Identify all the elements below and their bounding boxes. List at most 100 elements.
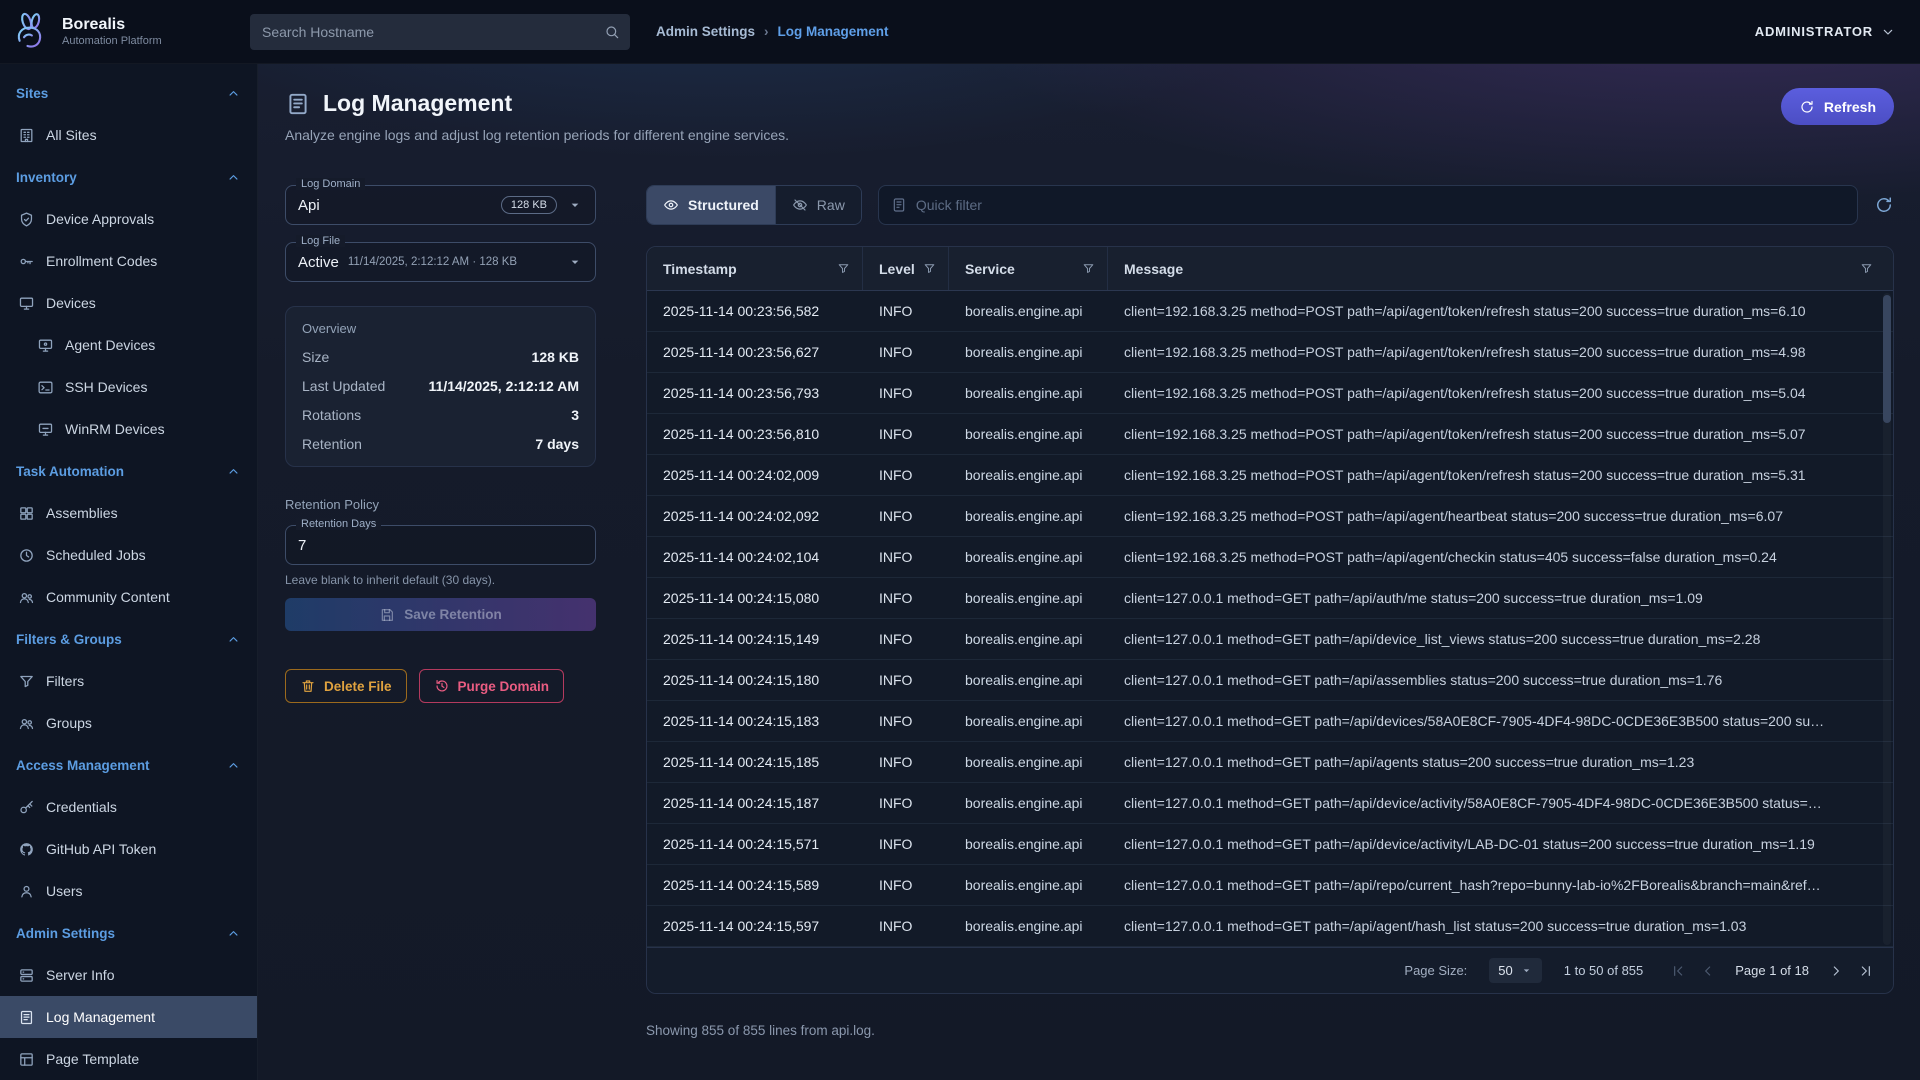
cell-timestamp: 2025-11-14 00:24:15,187	[647, 795, 863, 811]
chevron-up-icon	[226, 758, 241, 773]
table-row[interactable]: 2025-11-14 00:23:56,793INFOborealis.engi…	[647, 373, 1893, 414]
table-row[interactable]: 2025-11-14 00:24:15,183INFOborealis.engi…	[647, 701, 1893, 742]
refresh-button[interactable]: Refresh	[1781, 88, 1894, 125]
sidebar-item-devices[interactable]: Devices	[0, 282, 257, 324]
column-header-service[interactable]: Service	[949, 247, 1108, 290]
breadcrumb-parent[interactable]: Admin Settings	[656, 24, 755, 39]
column-header-message[interactable]: Message	[1108, 247, 1893, 290]
sidebar-item-label: Page Template	[46, 1051, 139, 1067]
sidebar-item-server-info[interactable]: Server Info	[0, 954, 257, 996]
page-size-select[interactable]: 50	[1489, 958, 1541, 983]
sidebar-item-groups[interactable]: Groups	[0, 702, 257, 744]
user-menu[interactable]: ADMINISTRATOR	[1755, 24, 1896, 40]
overview-row: Last Updated11/14/2025, 2:12:12 AM	[302, 378, 579, 394]
log-file-value: Active	[298, 254, 339, 271]
sidebar-item-label: Agent Devices	[65, 337, 155, 353]
table-row[interactable]: 2025-11-14 00:24:02,009INFOborealis.engi…	[647, 455, 1893, 496]
breadcrumb: Admin Settings › Log Management	[656, 24, 889, 39]
sidebar-item-winrm-devices[interactable]: WinRM Devices	[0, 408, 257, 450]
search-input[interactable]	[250, 14, 630, 50]
prev-page-button[interactable]	[1695, 958, 1721, 984]
table-row[interactable]: 2025-11-14 00:24:15,187INFOborealis.engi…	[647, 783, 1893, 824]
last-page-button[interactable]	[1853, 958, 1879, 984]
retention-helper-text: Leave blank to inherit default (30 days)…	[285, 573, 596, 587]
table-row[interactable]: 2025-11-14 00:23:56,627INFOborealis.engi…	[647, 332, 1893, 373]
column-header-level[interactable]: Level	[863, 247, 949, 290]
sidebar-item-label: Scheduled Jobs	[46, 547, 146, 563]
table-row[interactable]: 2025-11-14 00:24:15,080INFOborealis.engi…	[647, 578, 1893, 619]
overview-rows: Size128 KBLast Updated11/14/2025, 2:12:1…	[302, 349, 579, 452]
purge-domain-button[interactable]: Purge Domain	[419, 669, 565, 703]
sidebar-item-github-api-token[interactable]: GitHub API Token	[0, 828, 257, 870]
sidebar-item-label: Filters	[46, 673, 84, 689]
sidebar-item-scheduled-jobs[interactable]: Scheduled Jobs	[0, 534, 257, 576]
table-row[interactable]: 2025-11-14 00:24:02,092INFOborealis.engi…	[647, 496, 1893, 537]
table-row[interactable]: 2025-11-14 00:24:02,104INFOborealis.engi…	[647, 537, 1893, 578]
cell-message: client=127.0.0.1 method=GET path=/api/au…	[1108, 590, 1893, 606]
sidebar-item-community-content[interactable]: Community Content	[0, 576, 257, 618]
delete-file-button[interactable]: Delete File	[285, 669, 407, 703]
cell-service: borealis.engine.api	[949, 590, 1108, 606]
sidebar-item-label: WinRM Devices	[65, 421, 165, 437]
sidebar-item-users[interactable]: Users	[0, 870, 257, 912]
log-icon	[18, 1009, 35, 1026]
breadcrumb-current[interactable]: Log Management	[778, 24, 889, 39]
chevron-down-icon	[1880, 24, 1896, 40]
raw-view-button[interactable]: Raw	[775, 186, 861, 224]
sidebar-section-admin-settings[interactable]: Admin Settings	[0, 912, 257, 954]
sidebar-item-enrollment-codes[interactable]: Enrollment Codes	[0, 240, 257, 282]
sidebar-section-filters-groups[interactable]: Filters & Groups	[0, 618, 257, 660]
log-file-label: Log File	[296, 235, 345, 247]
trash-icon	[300, 678, 316, 694]
sidebar-item-filters[interactable]: Filters	[0, 660, 257, 702]
table-row[interactable]: 2025-11-14 00:24:15,571INFOborealis.engi…	[647, 824, 1893, 865]
log-domain-select[interactable]: Log Domain Api 128 KB	[285, 185, 596, 225]
table-row[interactable]: 2025-11-14 00:23:56,810INFOborealis.engi…	[647, 414, 1893, 455]
table-row[interactable]: 2025-11-14 00:24:15,597INFOborealis.engi…	[647, 906, 1893, 947]
sidebar-section-access-management[interactable]: Access Management	[0, 744, 257, 786]
cell-message: client=127.0.0.1 method=GET path=/api/ag…	[1108, 918, 1893, 934]
next-page-button[interactable]	[1823, 958, 1849, 984]
save-retention-button[interactable]: Save Retention	[285, 598, 596, 631]
cell-message: client=192.168.3.25 method=POST path=/ap…	[1108, 426, 1893, 442]
shell: SitesAll SitesInventoryDevice ApprovalsE…	[0, 64, 1920, 1080]
sidebar-item-assemblies[interactable]: Assemblies	[0, 492, 257, 534]
refresh-icon	[1874, 195, 1894, 215]
sidebar-item-label: Credentials	[46, 799, 117, 815]
sidebar-item-ssh-devices[interactable]: SSH Devices	[0, 366, 257, 408]
save-icon	[379, 607, 395, 623]
sidebar-item-all-sites[interactable]: All Sites	[0, 114, 257, 156]
table-scrollbar-thumb[interactable]	[1883, 295, 1891, 423]
table-row[interactable]: 2025-11-14 00:24:15,149INFOborealis.engi…	[647, 619, 1893, 660]
overview-row-value: 128 KB	[532, 349, 579, 365]
sidebar-item-device-approvals[interactable]: Device Approvals	[0, 198, 257, 240]
filter-icon	[923, 262, 936, 275]
column-header-timestamp[interactable]: Timestamp	[647, 247, 863, 290]
retention-days-input[interactable]	[298, 537, 583, 554]
sidebar-section-sites[interactable]: Sites	[0, 72, 257, 114]
first-page-button[interactable]	[1665, 958, 1691, 984]
table-row[interactable]: 2025-11-14 00:24:15,589INFOborealis.engi…	[647, 865, 1893, 906]
cell-message: client=192.168.3.25 method=POST path=/ap…	[1108, 508, 1893, 524]
column-header-label: Timestamp	[663, 261, 737, 277]
search-icon[interactable]	[604, 24, 620, 40]
table-row[interactable]: 2025-11-14 00:24:15,185INFOborealis.engi…	[647, 742, 1893, 783]
scheduled-icon	[18, 547, 35, 564]
quick-filter-input[interactable]	[916, 197, 1845, 213]
sidebar-item-log-management[interactable]: Log Management	[0, 996, 257, 1038]
filter-icon	[1082, 262, 1095, 275]
cell-level: INFO	[863, 590, 949, 606]
cell-message: client=127.0.0.1 method=GET path=/api/as…	[1108, 672, 1893, 688]
table-refresh-button[interactable]	[1874, 195, 1894, 215]
sidebar-item-page-template[interactable]: Page Template	[0, 1038, 257, 1080]
log-file-select[interactable]: Log File Active 11/14/2025, 2:12:12 AM ·…	[285, 242, 596, 282]
sidebar-section-task-automation[interactable]: Task Automation	[0, 450, 257, 492]
sidebar-section-inventory[interactable]: Inventory	[0, 156, 257, 198]
sidebar-item-agent-devices[interactable]: Agent Devices	[0, 324, 257, 366]
cell-message: client=192.168.3.25 method=POST path=/ap…	[1108, 549, 1893, 565]
sidebar-item-credentials[interactable]: Credentials	[0, 786, 257, 828]
table-row[interactable]: 2025-11-14 00:24:15,180INFOborealis.engi…	[647, 660, 1893, 701]
sidebar-item-label: Log Management	[46, 1009, 155, 1025]
structured-view-button[interactable]: Structured	[647, 186, 775, 224]
table-row[interactable]: 2025-11-14 00:23:56,582INFOborealis.engi…	[647, 291, 1893, 332]
